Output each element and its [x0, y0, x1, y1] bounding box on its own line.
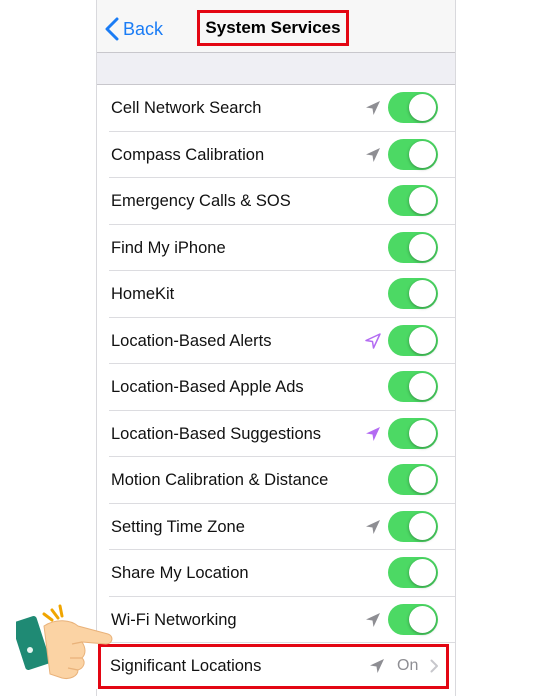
list-item: Motion Calibration & Distance [109, 457, 455, 504]
location-arrow-icon [366, 426, 380, 441]
toggle-switch[interactable] [388, 557, 438, 588]
toggle-knob [409, 419, 436, 447]
list-item-label: Emergency Calls & SOS [111, 192, 291, 210]
list-item: Cell Network Search [109, 85, 455, 132]
toggle-knob [409, 187, 436, 214]
toggle-switch[interactable] [388, 185, 438, 216]
toggle-knob [409, 326, 436, 354]
significant-locations-value: On [397, 657, 419, 674]
location-arrow-icon [370, 659, 384, 673]
toggle-switch[interactable] [388, 278, 438, 309]
pointing-hand-icon [16, 604, 113, 679]
list-item-label: Wi-Fi Networking [111, 610, 237, 629]
list-item-label: Location-Based Alerts [111, 331, 272, 350]
list-item: Location-Based Apple Ads [109, 364, 455, 411]
location-arrow-icon [365, 332, 381, 349]
list-item: Share My Location [109, 550, 455, 597]
back-button[interactable]: Back [105, 14, 163, 44]
list-item-label: Location-Based Suggestions [111, 424, 322, 443]
list-item: Location-Based Alerts [109, 318, 455, 364]
chevron-right-icon [430, 659, 438, 673]
toggle-switch[interactable] [388, 464, 438, 495]
section-gap [97, 53, 455, 85]
list-item: Find My iPhone [109, 225, 455, 271]
toggle-knob [409, 140, 436, 168]
back-label: Back [123, 18, 164, 39]
toggle-switch[interactable] [388, 324, 438, 356]
toggle-switch[interactable] [388, 417, 438, 449]
list-item-label: Share My Location [111, 564, 249, 582]
page-title: System Services [197, 10, 349, 46]
navigation-bar: Back System Services [97, 0, 455, 53]
toggle-switch[interactable] [388, 603, 438, 635]
phone-screen: Back System Services Cell Network Search… [96, 0, 456, 696]
toggle-knob [409, 605, 436, 633]
list-item: Location-Based Suggestions [109, 411, 455, 457]
location-arrow-icon [366, 612, 380, 627]
chevron-left-icon [105, 17, 119, 41]
list-item-label: Compass Calibration [111, 145, 265, 164]
toggle-knob [409, 373, 436, 400]
location-arrow-icon [366, 101, 380, 115]
toggle-switch[interactable] [388, 138, 438, 170]
toggle-switch[interactable] [388, 371, 438, 402]
toggle-knob [409, 233, 436, 261]
list-item: HomeKit [109, 271, 455, 318]
significant-locations-label: Significant Locations [110, 657, 262, 675]
toggle-knob [409, 94, 436, 121]
list-item-label: Find My iPhone [111, 238, 226, 257]
list-item: Compass Calibration [109, 132, 455, 178]
list-item: Setting Time Zone [109, 504, 455, 550]
list-item-label: Cell Network Search [111, 99, 262, 117]
list-item-label: HomeKit [111, 285, 175, 303]
list-item: Emergency Calls & SOS [109, 178, 455, 225]
services-list: Cell Network Search Compass Calibration Em… [97, 85, 455, 643]
toggle-switch[interactable] [388, 231, 438, 263]
list-item-label: Location-Based Apple Ads [111, 378, 304, 396]
toggle-switch[interactable] [388, 92, 438, 123]
toggle-knob [409, 280, 436, 307]
location-arrow-icon [366, 519, 380, 534]
toggle-knob [409, 559, 436, 586]
list-item-label: Motion Calibration & Distance [111, 471, 329, 489]
toggle-switch[interactable] [388, 510, 438, 542]
toggle-knob [409, 512, 436, 540]
list-item-label: Setting Time Zone [111, 517, 245, 536]
toggle-knob [409, 466, 436, 493]
location-arrow-icon [366, 147, 380, 162]
list-item: Wi-Fi Networking [109, 597, 455, 643]
